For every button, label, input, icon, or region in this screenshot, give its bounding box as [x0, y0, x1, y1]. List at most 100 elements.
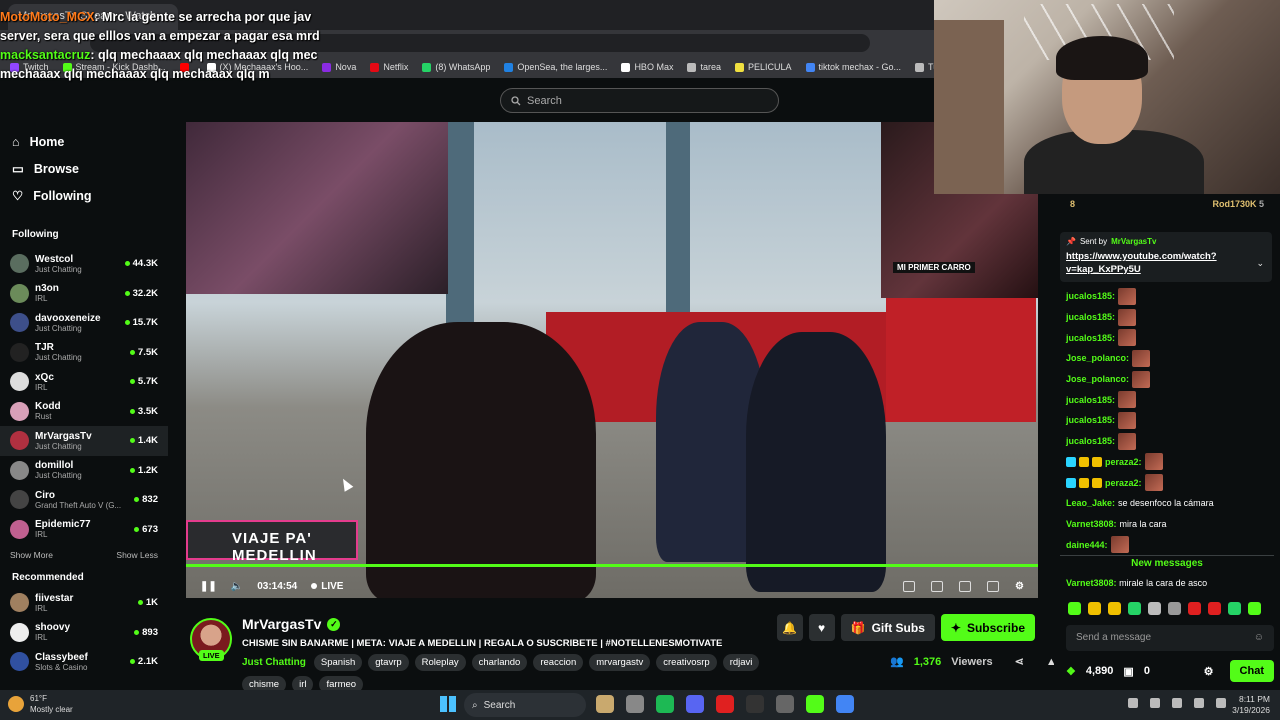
sidebar-channel[interactable]: Westcol Just Chatting 44.3K — [0, 249, 168, 279]
taskbar-app-icon[interactable] — [716, 695, 734, 713]
quick-emote-icon[interactable] — [1148, 602, 1161, 615]
follow-button[interactable]: ♥ — [808, 614, 835, 641]
bookmark-item[interactable]: OpenSea, the larges... — [504, 62, 607, 72]
quick-emote-icon[interactable] — [1108, 602, 1121, 615]
chat-settings-icon[interactable]: ⚙ — [1204, 665, 1214, 678]
sidebar-channel[interactable]: n3on IRL 32.2K — [0, 279, 168, 309]
leaderboard-user[interactable]: Rod1730K — [1212, 199, 1256, 209]
nav-home[interactable]: ⌂ Home — [0, 128, 168, 155]
chevron-up-icon[interactable] — [1128, 698, 1138, 708]
chat-username[interactable]: Jose_polanco: — [1066, 353, 1129, 363]
chat-username[interactable]: Leao_Jake: — [1066, 498, 1115, 508]
notification-bell-button[interactable]: 🔔 — [776, 614, 803, 641]
sidebar-channel[interactable]: TJR Just Chatting 7.5K — [0, 338, 168, 368]
store-icon[interactable]: ▣ — [1123, 665, 1133, 678]
pinned-user[interactable]: MrVargasTv — [1111, 237, 1156, 246]
quick-emote-icon[interactable] — [1228, 602, 1241, 615]
bookmark-item[interactable]: Turn You — [915, 62, 934, 72]
sidebar-channel[interactable]: Kodd Rust 3.5K — [0, 397, 168, 427]
pause-button[interactable]: ❚❚ — [200, 581, 217, 592]
category-link[interactable]: Just Chatting — [242, 657, 306, 668]
nav-following[interactable]: ♡ Following — [0, 182, 168, 209]
chat-username[interactable]: peraza2: — [1105, 457, 1142, 467]
tag-pill[interactable]: creativosrp — [656, 654, 717, 671]
share-icon[interactable]: ⋖ — [1015, 655, 1024, 668]
chat-username[interactable]: jucalos185: — [1066, 333, 1115, 343]
sidebar-channel[interactable]: davooxeneize Just Chatting 15.7K — [0, 308, 168, 338]
tag-pill[interactable]: gtavrp — [368, 654, 409, 671]
taskbar-app-icon[interactable] — [746, 695, 764, 713]
video-player[interactable]: MI PRIMER CARRO VIAJE PA' MEDELLIN — [186, 122, 1038, 598]
pip-icon[interactable] — [903, 580, 916, 592]
nav-browse[interactable]: ▭ Browse — [0, 155, 168, 182]
clip-icon[interactable] — [931, 580, 944, 592]
wifi-icon[interactable] — [1194, 698, 1204, 708]
sidebar-channel[interactable]: xQc IRL 5.7K — [0, 367, 168, 397]
tag-pill[interactable]: Roleplay — [414, 654, 466, 671]
search-input[interactable]: Search — [500, 88, 779, 113]
bookmark-item[interactable]: tiktok mechax - Go... — [805, 62, 901, 72]
sidebar-channel[interactable]: domillol Just Chatting 1.2K — [0, 456, 168, 486]
taskbar-app-icon[interactable] — [806, 695, 824, 713]
show-more-button[interactable]: Show More — [10, 550, 53, 560]
show-less-button[interactable]: Show Less — [116, 550, 158, 560]
chat-username[interactable]: jucalos185: — [1066, 436, 1115, 446]
tag-pill[interactable]: charlando — [471, 654, 528, 671]
theatre-icon[interactable] — [959, 580, 972, 592]
bookmark-item[interactable]: (8) WhatsApp — [422, 62, 490, 72]
taskbar-app-icon[interactable] — [776, 695, 794, 713]
chat-username[interactable]: jucalos185: — [1066, 312, 1115, 322]
sidebar-channel[interactable]: Ciro Grand Theft Auto V (G... 832 — [0, 485, 168, 515]
chat-username[interactable]: jucalos185: — [1066, 415, 1115, 425]
quick-emote-icon[interactable] — [1128, 602, 1141, 615]
taskbar-search[interactable]: ⌕ Search — [464, 693, 586, 717]
sidebar-channel[interactable]: fiivestar IRL 1K — [0, 588, 168, 618]
progress-bar[interactable] — [186, 564, 1038, 567]
volume-icon[interactable] — [1216, 698, 1226, 708]
quick-emote-icon[interactable] — [1188, 602, 1201, 615]
chat-username[interactable]: Varnet3808: — [1066, 519, 1117, 529]
gift-subs-button[interactable]: 🎁 Gift Subs — [840, 614, 935, 641]
taskbar-app-icon[interactable] — [626, 695, 644, 713]
chat-username[interactable]: jucalos185: — [1066, 291, 1115, 301]
chat-input[interactable]: Send a message ☺ — [1066, 625, 1274, 651]
weather-widget[interactable]: 61°F Mostly clear — [8, 693, 73, 715]
tag-pill[interactable]: mrvargastv — [589, 654, 651, 671]
pinned-link[interactable]: https://www.youtube.com/watch?v=kap_KxPP… — [1066, 250, 1236, 276]
quick-emote-icon[interactable] — [1068, 602, 1081, 615]
subscribe-button[interactable]: ✦ Subscribe — [940, 614, 1035, 641]
quick-emote-icon[interactable] — [1248, 602, 1261, 615]
chat-username[interactable]: peraza2: — [1105, 478, 1142, 488]
chat-username[interactable]: jucalos185: — [1066, 395, 1115, 405]
bookmark-item[interactable]: tarea — [687, 62, 721, 72]
sidebar-channel[interactable]: Classybeef Slots & Casino 2.1K — [0, 647, 168, 677]
sidebar-channel[interactable]: shoovy IRL 893 — [0, 618, 168, 648]
tag-pill[interactable]: Spanish — [313, 654, 363, 671]
sidebar-channel[interactable]: Epidemic77 IRL 673 — [0, 515, 168, 545]
quick-emote-icon[interactable] — [1088, 602, 1101, 615]
taskbar-app-icon[interactable] — [596, 695, 614, 713]
chat-send-button[interactable]: Chat — [1229, 660, 1274, 682]
settings-icon[interactable]: ⚙ — [1015, 581, 1024, 592]
quick-emote-icon[interactable] — [1208, 602, 1221, 615]
mic-icon[interactable] — [1172, 698, 1182, 708]
bookmark-item[interactable]: HBO Max — [621, 62, 673, 72]
tag-pill[interactable]: rdjavi — [722, 654, 760, 671]
new-messages-indicator[interactable]: New messages — [1060, 555, 1274, 569]
quick-emote-icon[interactable] — [1168, 602, 1181, 615]
channel-name[interactable]: MrVargasTv ✓ — [242, 616, 341, 632]
bookmark-item[interactable]: PELICULA — [734, 62, 792, 72]
clock[interactable]: 8:11 PM 3/19/2026 — [1232, 694, 1270, 716]
taskbar-app-icon[interactable] — [686, 695, 704, 713]
bookmark-item[interactable]: Netflix — [370, 62, 408, 72]
volume-icon[interactable]: 🔈 — [231, 581, 243, 592]
sidebar-channel[interactable]: MrVargasTv Just Chatting 1.4K — [0, 426, 168, 456]
fullscreen-icon[interactable] — [987, 580, 1000, 592]
chevron-down-icon[interactable]: ⌄ — [1256, 258, 1264, 269]
chat-username[interactable]: Jose_polanco: — [1066, 374, 1129, 384]
tag-pill[interactable]: reaccion — [533, 654, 584, 671]
taskbar-app-icon[interactable] — [836, 695, 854, 713]
windows-start-icon[interactable] — [440, 696, 456, 712]
chat-username[interactable]: daine444: — [1066, 540, 1108, 550]
network-icon[interactable] — [1150, 698, 1160, 708]
